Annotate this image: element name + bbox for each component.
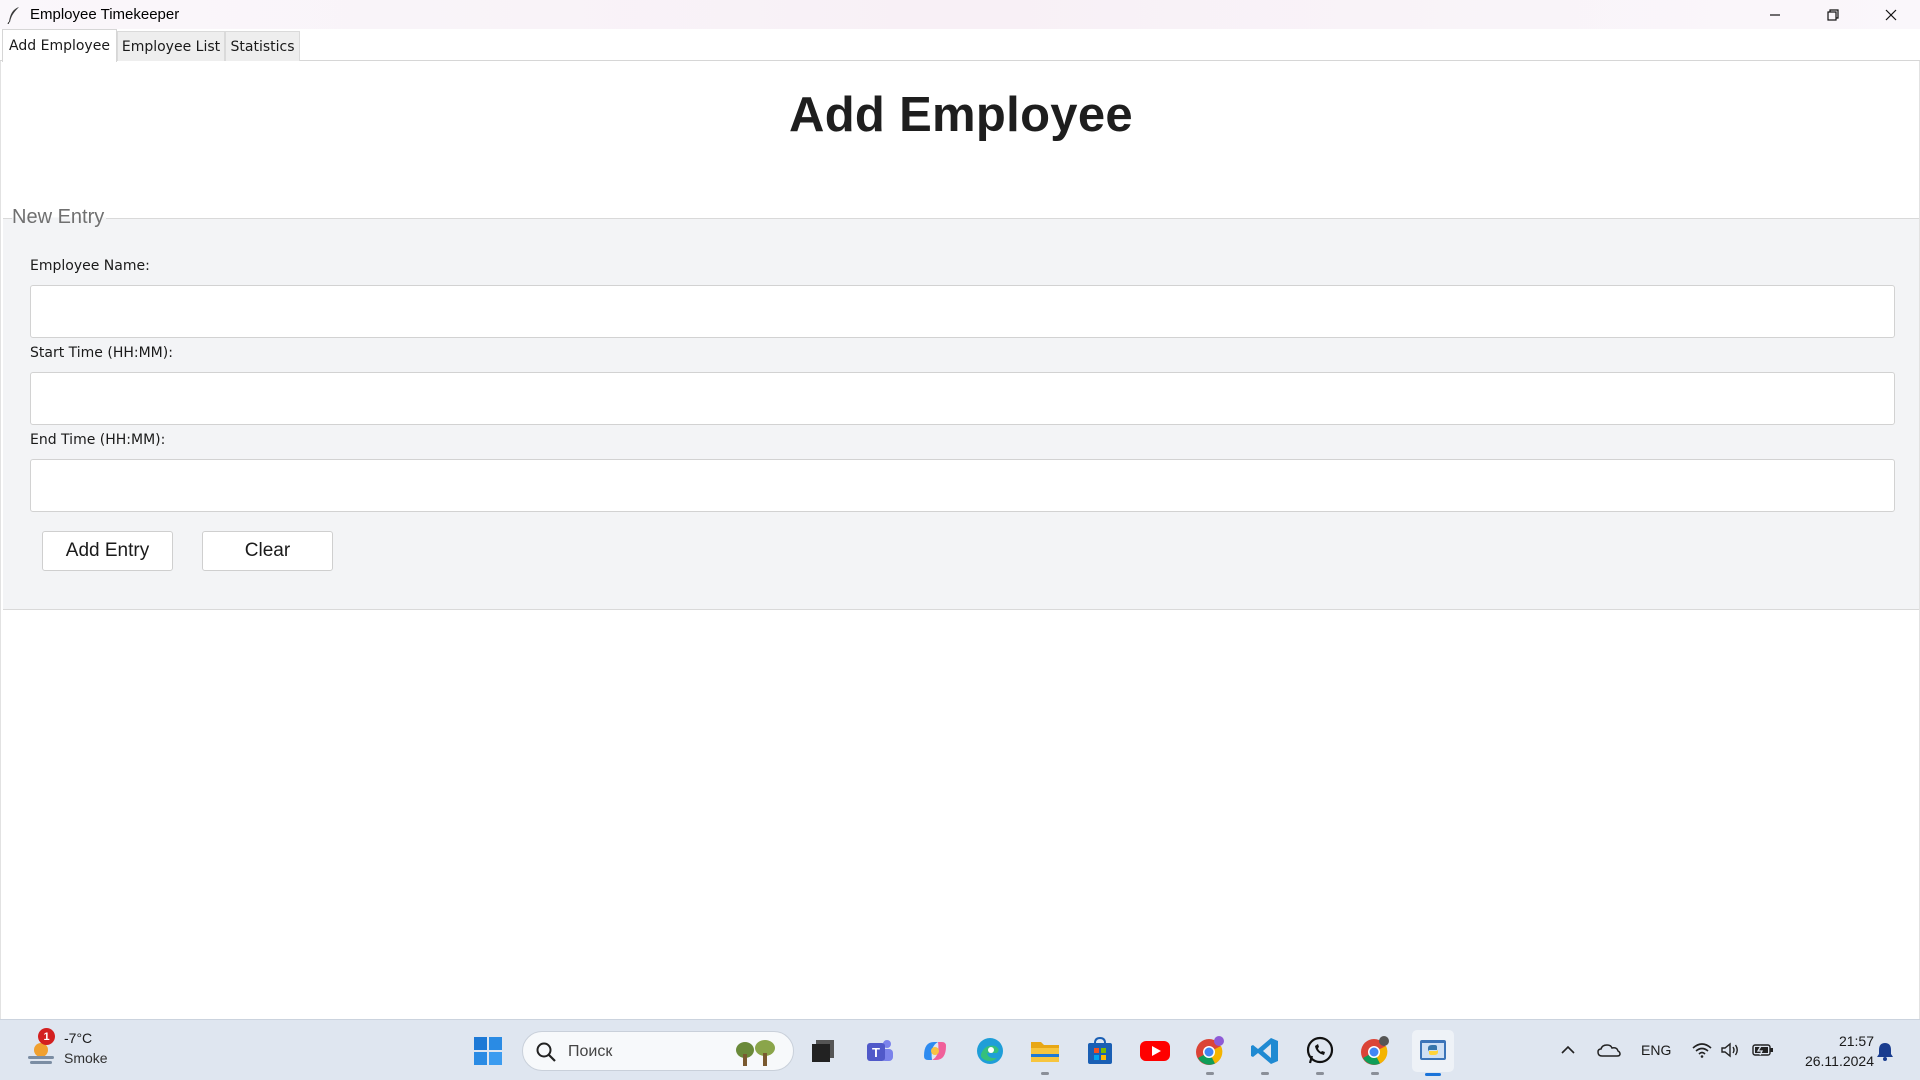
clock-date: 26.11.2024 (1804, 1053, 1874, 1069)
onedrive-icon[interactable] (1597, 1042, 1621, 1058)
weather-temperature: -7°C (64, 1030, 93, 1046)
taskbar: 1 -7°C Smoke Поиск T ENG 21:57 26.11.202… (0, 1019, 1920, 1080)
taskbar-edge[interactable] (972, 1033, 1008, 1069)
end-time-input[interactable] (30, 459, 1895, 512)
tab-add-employee[interactable]: Add Employee (2, 29, 117, 62)
taskbar-chrome[interactable] (1192, 1033, 1228, 1075)
chrome-icon (1196, 1036, 1224, 1065)
edge-icon (977, 1038, 1003, 1064)
taskbar-task-view[interactable] (805, 1033, 841, 1069)
tab-employee-list[interactable]: Employee List (117, 31, 225, 61)
main-panel: Add Employee New Entry Employee Name: St… (0, 61, 1920, 1019)
minimize-button[interactable] (1746, 0, 1804, 29)
vscode-icon (1251, 1038, 1278, 1064)
taskbar-python-app[interactable] (1412, 1030, 1454, 1076)
copilot-icon (924, 1042, 946, 1060)
taskbar-store[interactable] (1082, 1033, 1118, 1069)
clock-time: 21:57 (1838, 1033, 1874, 1049)
language-indicator[interactable]: ENG (1641, 1042, 1671, 1058)
taskbar-whatsapp[interactable] (1302, 1033, 1338, 1075)
show-hidden-icons-icon[interactable] (1560, 1042, 1576, 1058)
taskbar-copilot[interactable] (917, 1033, 953, 1069)
end-time-label: End Time (HH:MM): (30, 432, 166, 448)
add-entry-button[interactable]: Add Entry (42, 531, 173, 571)
taskbar-file-explorer[interactable] (1027, 1033, 1063, 1075)
python-app-icon (1420, 1040, 1446, 1060)
whatsapp-icon (1306, 1036, 1334, 1064)
taskbar-chrome-profile[interactable] (1357, 1033, 1393, 1075)
taskbar-vscode[interactable] (1247, 1033, 1283, 1075)
active-indicator (1425, 1073, 1441, 1076)
window-title: Employee Timekeeper (30, 6, 180, 23)
taskbar-youtube[interactable] (1137, 1033, 1173, 1069)
svg-text:T: T (872, 1045, 880, 1060)
page-title: Add Employee (789, 88, 1133, 142)
taskbar-teams[interactable]: T (862, 1033, 898, 1069)
close-icon (1885, 9, 1897, 20)
taskbar-search[interactable]: Поиск (522, 1031, 794, 1071)
running-indicator (1206, 1072, 1214, 1075)
youtube-icon (1140, 1041, 1170, 1061)
running-indicator (1371, 1072, 1379, 1075)
restore-button[interactable] (1804, 0, 1862, 29)
weather-badge: 1 (38, 1028, 55, 1045)
search-icon (536, 1042, 556, 1062)
group-title: New Entry (12, 206, 107, 229)
running-indicator (1261, 1072, 1269, 1075)
clear-button[interactable]: Clear (202, 531, 333, 571)
system-clock[interactable]: 21:57 26.11.2024 (1805, 1031, 1874, 1071)
minimize-icon (1770, 13, 1780, 16)
file-explorer-icon (1031, 1042, 1059, 1062)
start-time-input[interactable] (30, 372, 1895, 425)
microsoft-store-icon (1088, 1036, 1112, 1064)
battery-icon[interactable] (1752, 1042, 1774, 1058)
teams-icon: T (867, 1040, 893, 1061)
volume-icon[interactable] (1720, 1042, 1740, 1058)
search-label: Поиск (568, 1043, 613, 1060)
start-time-label: Start Time (HH:MM): (30, 345, 173, 361)
running-indicator (1316, 1072, 1324, 1075)
employee-name-label: Employee Name: (30, 258, 150, 274)
restore-icon (1827, 8, 1839, 21)
tab-statistics[interactable]: Statistics (225, 31, 300, 61)
running-indicator (1041, 1072, 1049, 1075)
notification-bell-icon[interactable] (1876, 1041, 1894, 1061)
task-view-icon (812, 1040, 834, 1062)
employee-name-input[interactable] (30, 285, 1895, 338)
new-entry-group: New Entry Employee Name: Start Time (HH:… (3, 206, 1919, 610)
windows-start-icon (474, 1037, 502, 1065)
tab-strip: Add Employee Employee List Statistics (0, 29, 1920, 62)
start-button[interactable] (470, 1033, 506, 1069)
weather-widget[interactable]: 1 -7°C Smoke (20, 1028, 140, 1074)
weather-description: Smoke (64, 1050, 108, 1066)
chrome-profile-icon (1361, 1036, 1389, 1065)
wifi-icon[interactable] (1692, 1042, 1712, 1058)
close-button[interactable] (1862, 0, 1920, 29)
title-bar: Employee Timekeeper (0, 0, 1920, 29)
search-highlight-icon (736, 1040, 775, 1066)
feather-icon (7, 6, 19, 24)
